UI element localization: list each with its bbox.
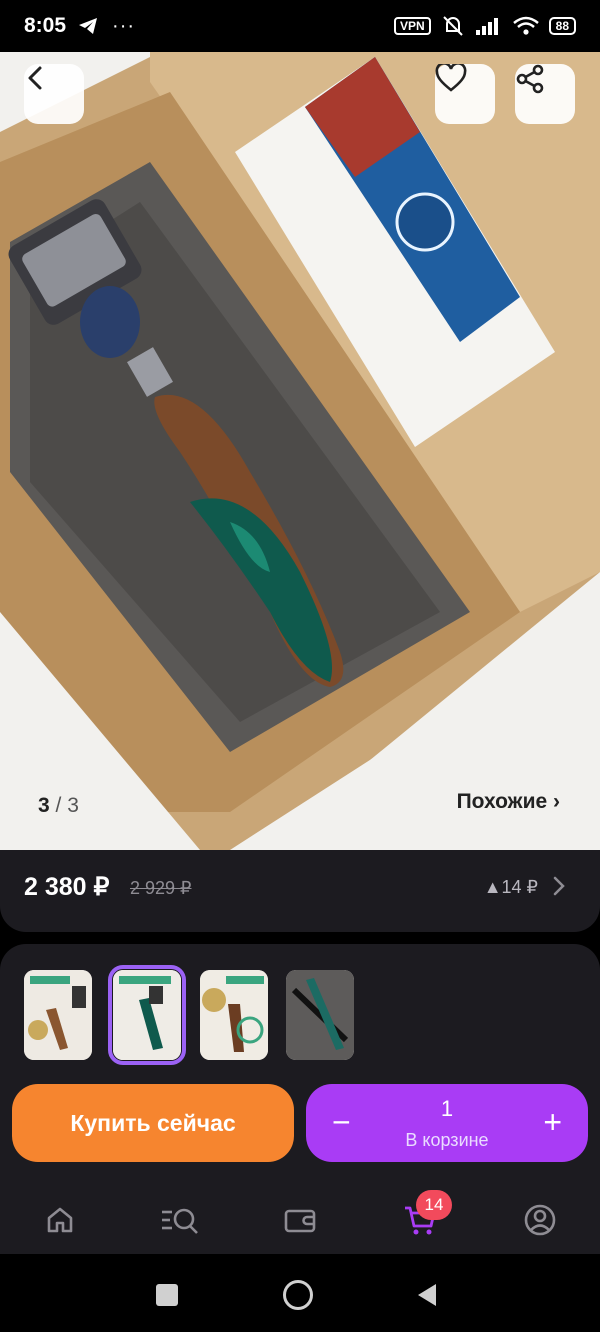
thumbnail-2-image	[113, 970, 181, 1060]
catalog-search-icon	[162, 1208, 198, 1234]
cart-badge: 14	[416, 1190, 452, 1220]
tab-wallet[interactable]	[280, 1200, 320, 1240]
tab-profile[interactable]	[520, 1200, 560, 1240]
current-price: 2 380 ₽	[24, 873, 110, 901]
share-button[interactable]	[515, 64, 575, 124]
similar-products-link[interactable]: Похожие ›	[457, 790, 560, 814]
share-icon	[516, 64, 544, 94]
thumbnail-1-image	[24, 970, 92, 1060]
thumbnail-4-image	[286, 970, 354, 1060]
vpn-badge: VPN	[393, 17, 431, 35]
system-navigation-bar	[0, 1254, 600, 1332]
tab-catalog[interactable]	[160, 1200, 200, 1240]
chevron-left-icon	[28, 66, 42, 90]
signal-icon	[475, 18, 498, 35]
bonus-points: ▲14 ₽	[483, 877, 538, 897]
battery-indicator: 88	[548, 17, 576, 35]
back-triangle-icon[interactable]	[416, 1282, 438, 1308]
price-panel[interactable]: 2 380 ₽ 2 929 ₽ ▲14 ₽	[0, 850, 600, 932]
heart-icon	[435, 64, 467, 92]
home-icon	[47, 1207, 73, 1233]
increase-quantity-button[interactable]: +	[543, 1104, 562, 1141]
product-photo	[0, 52, 600, 850]
product-image-gallery[interactable]: 3 / 3 Похожие ›	[0, 52, 600, 850]
thumbnail-3-image	[200, 970, 268, 1060]
chevron-right-icon[interactable]	[552, 874, 566, 898]
profile-icon	[524, 1204, 556, 1236]
status-time: 8:05	[24, 14, 67, 37]
bottom-tab-bar	[0, 1184, 600, 1254]
mute-icon	[442, 16, 463, 36]
tab-home[interactable]	[40, 1200, 80, 1240]
wifi-icon	[512, 16, 539, 35]
image-counter: 3 / 3	[38, 794, 79, 818]
telegram-icon	[79, 18, 98, 34]
back-button[interactable]	[24, 64, 84, 124]
cart-quantity-control: − 1 В корзине +	[306, 1084, 588, 1162]
more-icon: ···	[112, 14, 136, 37]
old-price: 2 929 ₽	[130, 878, 192, 898]
thumbnail-1[interactable]	[24, 970, 92, 1060]
image-counter-current: 3	[38, 794, 50, 817]
wallet-icon	[284, 1209, 316, 1233]
image-counter-total: / 3	[55, 794, 79, 817]
home-circle-icon[interactable]	[283, 1280, 313, 1310]
favorite-button[interactable]	[435, 64, 495, 124]
thumbnail-2[interactable]	[108, 965, 186, 1065]
status-bar: 8:05 ··· VPN 88	[0, 0, 600, 52]
recent-apps-icon[interactable]	[156, 1284, 178, 1306]
thumbnail-3[interactable]	[200, 970, 268, 1060]
thumbnail-4[interactable]	[286, 970, 354, 1060]
buy-now-button[interactable]: Купить сейчас	[12, 1084, 294, 1162]
